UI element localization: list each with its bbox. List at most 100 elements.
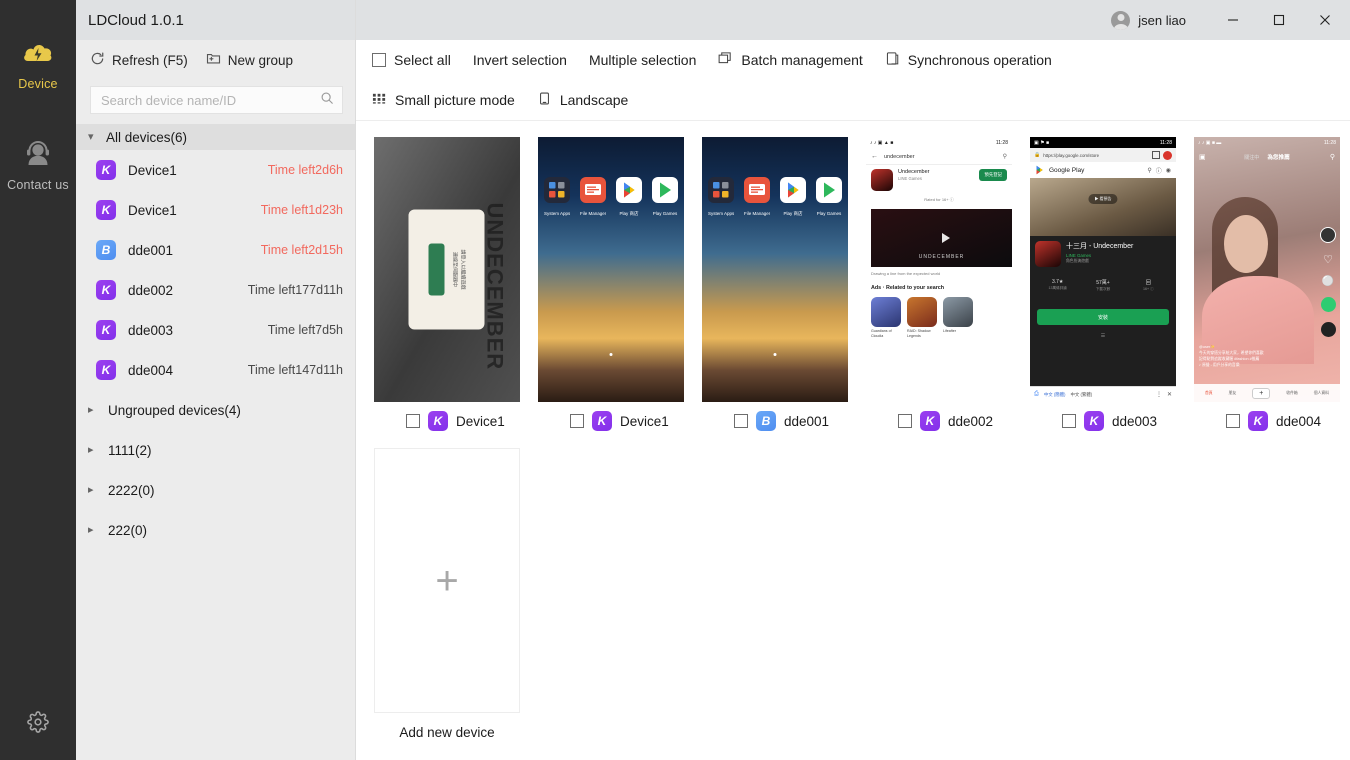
live-icon[interactable]: ▣ (1199, 153, 1206, 161)
sidebar-device-row[interactable]: KDevice1Time left2d6h (76, 150, 355, 190)
translate-option-traditional[interactable]: 中文 (繁體) (1071, 392, 1093, 398)
home-app-icon[interactable]: Play Games (652, 177, 678, 217)
nav-friends[interactable]: 朋友 (1229, 391, 1237, 396)
browser-url-bar[interactable]: 🔒https://play.google.com/store (1030, 148, 1176, 162)
comment-icon[interactable]: ⚪ (1322, 276, 1334, 287)
like-icon[interactable]: ♡ (1323, 253, 1333, 266)
sidebar-group-row[interactable]: ▸222(0) (76, 510, 355, 550)
home-app-label: File Manager (580, 211, 606, 216)
device-card[interactable]: 11:28System AppsFile ManagerPlay 商店Play … (702, 137, 848, 440)
home-app-icon[interactable]: File Manager (580, 177, 606, 217)
sidebar-group-row[interactable]: ▸Ungrouped devices(4) (76, 390, 355, 430)
related-app[interactable]: Guardians of Cloudia (871, 297, 901, 338)
back-arrow-icon[interactable]: ← (871, 153, 878, 160)
settings-button[interactable] (27, 711, 49, 738)
home-app-icon[interactable]: System Apps (544, 177, 570, 217)
device-checkbox[interactable] (1226, 414, 1240, 428)
add-new-device-card[interactable]: +Add new device (374, 448, 520, 751)
search-icon[interactable]: ⚲ (1003, 153, 1007, 160)
nav-home[interactable]: 首頁 (1205, 391, 1213, 396)
device-card[interactable]: ♪ ♪ ▣ ▲ ■11:28←undecember⚲UndecemberLINE… (866, 137, 1012, 440)
home-app-icon[interactable]: Play 商店 (616, 177, 642, 217)
device-card[interactable]: ♪ ♪ ▣ ■ ▬11:28▣關注中為您推薦⚲♡⚪@user✨今天的穿搭分享給大… (1194, 137, 1340, 440)
video-preview[interactable]: UNDECEMBER (871, 209, 1012, 267)
device-checkbox[interactable] (734, 414, 748, 428)
sidebar-device-row[interactable]: Kdde002Time left177d11h (76, 270, 355, 310)
rail-item-device[interactable]: Device (0, 26, 76, 97)
tab-following[interactable]: 關注中 (1244, 154, 1259, 161)
music-disc-icon[interactable] (1321, 322, 1336, 337)
select-all-button[interactable]: Select all (372, 52, 451, 68)
device-screen-thumbnail[interactable]: 11:28System AppsFile ManagerPlay 商店Play … (538, 137, 684, 402)
nav-create[interactable]: + (1252, 388, 1270, 399)
device-screen-thumbnail[interactable]: ♪ ♪ ▣ ■ ▬11:28▣關注中為您推薦⚲♡⚪@user✨今天的穿搭分享給大… (1194, 137, 1340, 402)
sidebar-device-row[interactable]: Kdde004Time left147d11h (76, 350, 355, 390)
add-new-device-tile[interactable]: + (374, 448, 520, 713)
device-checkbox[interactable] (570, 414, 584, 428)
sidebar-group-row[interactable]: ▸1111(2) (76, 430, 355, 470)
nav-inbox[interactable]: 收件箱 (1286, 391, 1297, 396)
new-group-button[interactable]: New group (206, 51, 293, 69)
chevron-right-icon: ▸ (88, 405, 98, 416)
select-all-checkbox[interactable] (372, 53, 386, 67)
translate-bar[interactable]: ⎙中文 (簡體)中文 (繁體)⋮✕ (1030, 386, 1176, 402)
multiple-selection-button[interactable]: Multiple selection (589, 52, 696, 68)
device-checkbox[interactable] (898, 414, 912, 428)
tab-for-you[interactable]: 為您推薦 (1267, 153, 1289, 161)
maximize-button[interactable] (1256, 0, 1302, 40)
device-card[interactable]: ▣ ⚑ ■11:28🔒https://play.google.com/store… (1030, 137, 1176, 440)
search-icon[interactable]: ⚲ (1147, 167, 1151, 174)
game-dialog-button[interactable] (429, 244, 445, 296)
sidebar-device-row[interactable]: Kdde003Time left7d5h (76, 310, 355, 350)
tabs-icon[interactable] (1152, 151, 1160, 159)
sidebar-group-row[interactable]: ▸2222(0) (76, 470, 355, 510)
landscape-button[interactable]: Landscape (537, 91, 629, 109)
batch-management-button[interactable]: Batch management (718, 51, 862, 69)
related-app[interactable]: RAID: Shadow Legends (907, 297, 937, 338)
invert-selection-button[interactable]: Invert selection (473, 52, 567, 68)
device-screen-thumbnail[interactable]: 11:28System AppsFile ManagerPlay 商店Play … (702, 137, 848, 402)
search-bar[interactable]: ←undecember⚲ (866, 149, 1012, 165)
device-card[interactable]: UNDECEMBER請登入以繼續遊戲連線至伺服器中KDevice1 (374, 137, 520, 440)
account-icon[interactable]: ◉ (1166, 167, 1171, 174)
menu-icon[interactable] (1163, 151, 1172, 160)
watch-trailer-button[interactable]: ▶ 看預告 (1088, 194, 1117, 204)
minimize-button[interactable] (1210, 0, 1256, 40)
user-menu[interactable]: jsen liao (1111, 11, 1186, 30)
translate-option-simplified[interactable]: 中文 (簡體) (1044, 392, 1066, 398)
device-screen-thumbnail[interactable]: ▣ ⚑ ■11:28🔒https://play.google.com/store… (1030, 137, 1176, 402)
group-header-all-devices[interactable]: ▾ All devices(6) (76, 124, 355, 150)
close-icon[interactable]: ✕ (1167, 391, 1172, 398)
small-picture-mode-button[interactable]: Small picture mode (372, 91, 515, 109)
search-input[interactable] (101, 93, 320, 108)
author-avatar[interactable] (1320, 227, 1336, 243)
search-icon[interactable]: ⚲ (1330, 153, 1335, 161)
play-icon[interactable] (942, 233, 950, 243)
close-button[interactable] (1302, 0, 1348, 40)
device-card[interactable]: 11:28System AppsFile ManagerPlay 商店Play … (538, 137, 684, 440)
more-icon[interactable]: ⋮ (1156, 391, 1162, 398)
sidebar-device-row[interactable]: KDevice1Time left1d23h (76, 190, 355, 230)
sidebar-device-row[interactable]: Bdde001Time left2d15h (76, 230, 355, 270)
related-app[interactable]: Lifeafter (943, 297, 973, 338)
nav-profile[interactable]: 個人資料 (1314, 391, 1329, 396)
home-app-icon[interactable]: Play Games (816, 177, 842, 217)
preregister-button[interactable]: 預先登記 (979, 169, 1007, 181)
app-result-row[interactable]: UndecemberLINE Games預先登記 (871, 169, 1007, 191)
synchronous-operation-button[interactable]: Synchronous operation (885, 51, 1052, 69)
install-button[interactable]: 安裝 (1037, 309, 1169, 325)
device-screen-thumbnail[interactable]: UNDECEMBER請登入以繼續遊戲連線至伺服器中 (374, 137, 520, 402)
device-checkbox[interactable] (1062, 414, 1076, 428)
search-box[interactable] (90, 86, 343, 114)
refresh-button[interactable]: Refresh (F5) (90, 51, 188, 69)
help-icon[interactable]: ⓘ (1156, 166, 1162, 175)
device-screen-thumbnail[interactable]: ♪ ♪ ▣ ▲ ■11:28←undecember⚲UndecemberLINE… (866, 137, 1012, 402)
home-app-icon[interactable]: System Apps (708, 177, 734, 217)
home-app-icon[interactable]: Play 商店 (780, 177, 806, 217)
wishlist-icon[interactable]: ☰ (1030, 333, 1176, 339)
home-app-icon[interactable]: File Manager (744, 177, 770, 217)
device-checkbox[interactable] (406, 414, 420, 428)
rail-item-contact-us[interactable]: Contact us (0, 127, 76, 198)
search-icon[interactable] (320, 91, 334, 110)
share-icon[interactable] (1321, 297, 1336, 312)
